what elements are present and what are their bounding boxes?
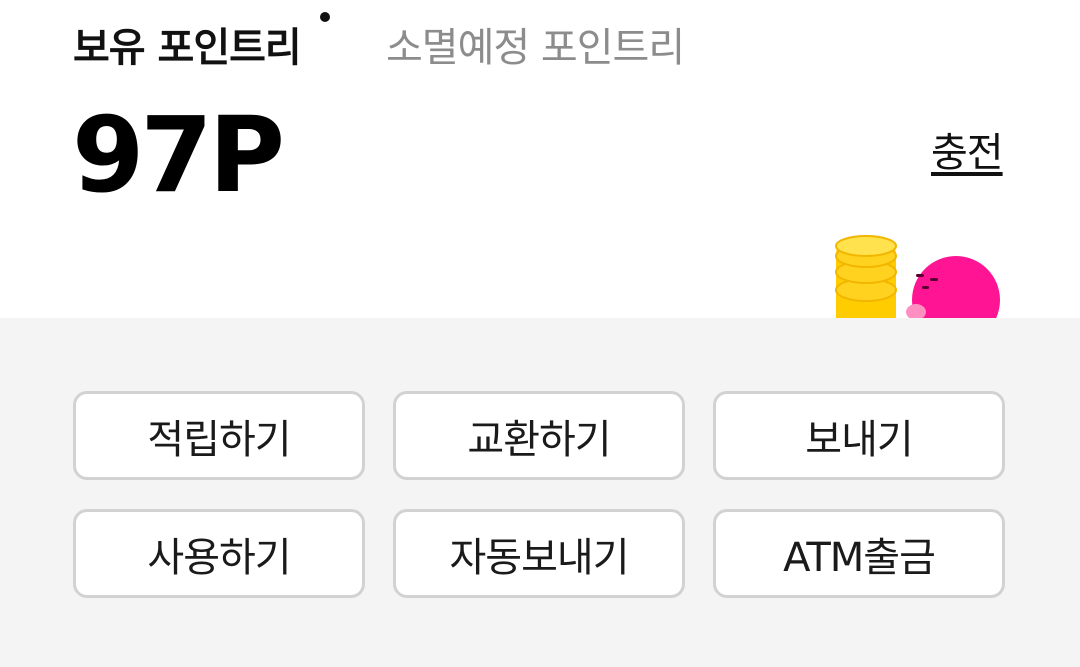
coin-mascot-icon: [830, 228, 1010, 318]
actions-panel: 적립하기 교환하기 보내기 사용하기 자동보내기 ATM출금: [0, 318, 1080, 667]
exchange-button[interactable]: 교환하기: [393, 391, 685, 480]
auto-send-button[interactable]: 자동보내기: [393, 509, 685, 598]
charge-link[interactable]: 충전: [931, 128, 1004, 178]
dot-icon: [320, 12, 330, 22]
earn-button[interactable]: 적립하기: [73, 391, 365, 480]
atm-withdraw-button[interactable]: ATM출금: [713, 509, 1005, 598]
tab-held-points[interactable]: 보유 포인트리: [73, 22, 302, 74]
points-balance: 97P: [72, 94, 285, 216]
use-button[interactable]: 사용하기: [73, 509, 365, 598]
send-button[interactable]: 보내기: [713, 391, 1005, 480]
points-header: 보유 포인트리 소멸예정 포인트리 97P 충전: [0, 0, 1080, 318]
tab-expiring-points[interactable]: 소멸예정 포인트리: [386, 22, 685, 74]
